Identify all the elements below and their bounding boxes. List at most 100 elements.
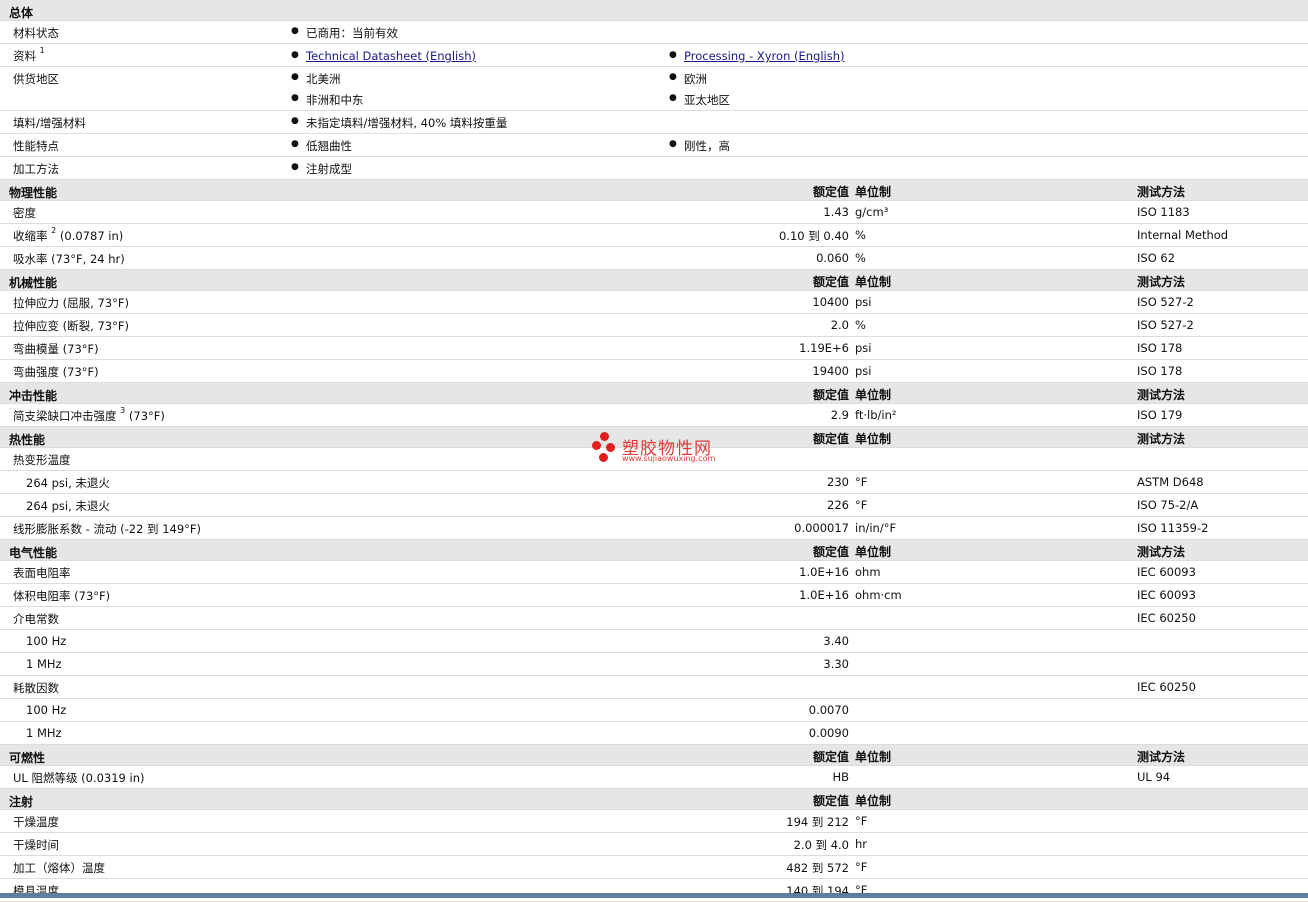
property-unit: ohm·cm — [855, 588, 902, 602]
property-label: 加工方法 — [13, 162, 59, 176]
property-value: 0.0070 — [808, 703, 849, 717]
property-value: 2.9 — [830, 408, 849, 422]
property-label: 供货地区 — [13, 72, 59, 86]
unit-header: 单位制 — [855, 545, 892, 559]
property-unit: g/cm³ — [855, 205, 889, 219]
property-unit: psi — [855, 341, 872, 355]
section-header-general: 总体 — [0, 0, 1308, 21]
sub-property-label: 1 MHz — [26, 726, 62, 740]
property-row: 拉伸应变 (断裂, 73°F) 2.0 % ISO 527-2 — [0, 314, 1308, 337]
technical-datasheet-link[interactable]: Technical Datasheet (English) — [306, 49, 476, 63]
property-label: 简支梁缺口冲击强度 3 (73°F) — [13, 406, 165, 423]
property-row: 吸水率 (73°F, 24 hr) 0.060 % ISO 62 — [0, 247, 1308, 270]
property-value: 3.30 — [823, 657, 849, 671]
property-value: 1.0E+16 — [799, 588, 849, 602]
nominal-header: 额定值 — [812, 432, 849, 446]
property-label: 干燥时间 — [13, 838, 59, 852]
property-label: 弯曲强度 (73°F) — [13, 365, 99, 379]
section-title: 物理性能 — [9, 186, 58, 200]
property-unit: ft·lb/in² — [855, 408, 897, 422]
general-row-filler: 填料/增强材料 未指定填料/增强材料, 40% 填料按重量 — [0, 111, 1308, 134]
test-method: ISO 62 — [1137, 251, 1176, 265]
method-header: 测试方法 — [1137, 275, 1186, 289]
region-item: 欧洲 — [669, 71, 707, 87]
property-unit: °F — [855, 475, 868, 489]
general-row-regions: 供货地区 北美洲 欧洲 非洲和中东 亚太地区 — [0, 67, 1308, 111]
section-title: 可燃性 — [9, 751, 46, 765]
bottom-bar — [0, 893, 1308, 898]
property-group-row: 介电常数 IEC 60250 — [0, 607, 1308, 630]
property-value: 0.000017 — [794, 521, 849, 535]
property-unit: psi — [855, 295, 872, 309]
property-value: 0.060 — [816, 251, 849, 265]
property-label: 资料 1 — [13, 46, 45, 63]
section-title: 电气性能 — [9, 546, 58, 560]
bullet-value: 未指定填料/增强材料, 40% 填料按重量 — [291, 115, 507, 131]
property-label: 密度 — [13, 206, 36, 220]
property-unit: % — [855, 228, 866, 242]
property-unit: in/in/°F — [855, 521, 897, 535]
test-method: ISO 527-2 — [1137, 295, 1194, 309]
property-label: 加工（熔体）温度 — [13, 861, 105, 875]
feature-item: 低翘曲性 — [291, 138, 352, 154]
sub-property-row: 1 MHz 3.30 — [0, 653, 1308, 676]
property-unit: °F — [855, 860, 868, 874]
section-title: 总体 — [9, 6, 34, 20]
general-row-features: 性能特点 低翘曲性 刚性，高 — [0, 134, 1308, 157]
nominal-header: 额定值 — [812, 750, 849, 764]
unit-header: 单位制 — [855, 432, 892, 446]
property-label: 干燥温度 — [13, 815, 59, 829]
property-row: 收缩率 2 (0.0787 in) 0.10 到 0.40 % Internal… — [0, 224, 1308, 247]
property-value: 482 到 572 — [786, 861, 849, 875]
property-value: 1.0E+16 — [799, 565, 849, 579]
property-unit: psi — [855, 364, 872, 378]
property-row: 体积电阻率 (73°F) 1.0E+16 ohm·cm IEC 60093 — [0, 584, 1308, 607]
unit-header: 单位制 — [855, 388, 892, 402]
property-value: 2.0 — [830, 318, 849, 332]
property-unit: ohm — [855, 565, 881, 579]
logo-dot-icon — [599, 453, 608, 462]
region-item: 非洲和中东 — [291, 92, 363, 108]
method-header: 测试方法 — [1137, 432, 1186, 446]
section-title: 热性能 — [9, 433, 46, 447]
general-row-documents: 资料 1 Technical Datasheet (English) Proce… — [0, 44, 1308, 67]
property-row: 干燥时间 2.0 到 4.0 hr — [0, 833, 1308, 856]
property-row: 加工（熔体）温度 482 到 572 °F — [0, 856, 1308, 879]
test-method: Internal Method — [1137, 228, 1229, 242]
property-label: 性能特点 — [13, 139, 59, 153]
property-group-row: 耗散因数 IEC 60250 — [0, 676, 1308, 699]
processing-guide-link[interactable]: Processing - Xyron (English) — [684, 49, 845, 63]
property-label: 介电常数 — [13, 612, 59, 626]
feature-item: 刚性，高 — [669, 138, 730, 154]
property-label: 表面电阻率 — [13, 566, 71, 580]
region-item: 亚太地区 — [669, 92, 730, 108]
property-value: 3.40 — [823, 634, 849, 648]
property-value: 2.0 到 4.0 — [793, 838, 849, 852]
logo-dot-icon — [592, 441, 601, 450]
sub-property-row: 264 psi, 未退火 226 °F ISO 75-2/A — [0, 494, 1308, 517]
property-value: 0.0090 — [808, 726, 849, 740]
property-unit: °F — [855, 498, 868, 512]
property-value: HB — [832, 770, 849, 784]
property-value: 10400 — [812, 295, 849, 309]
sub-property-row: 1 MHz 0.0090 — [0, 722, 1308, 745]
property-row: 拉伸应力 (屈服, 73°F) 10400 psi ISO 527-2 — [0, 291, 1308, 314]
section-header-impact: 冲击性能 额定值 单位制 测试方法 — [0, 383, 1308, 404]
property-unit: % — [855, 318, 866, 332]
sub-property-row: 100 Hz 0.0070 — [0, 699, 1308, 722]
property-unit: % — [855, 251, 866, 265]
bullet-value: 已商用：当前有效 — [291, 25, 398, 41]
watermark-url: www.sujiaowuxing.com — [622, 454, 716, 463]
property-row: 弯曲强度 (73°F) 19400 psi ISO 178 — [0, 360, 1308, 383]
document-link-item: Technical Datasheet (English) — [291, 49, 476, 63]
section-header-physical: 物理性能 额定值 单位制 测试方法 — [0, 180, 1308, 201]
property-label: 拉伸应变 (断裂, 73°F) — [13, 319, 129, 333]
property-row: 简支梁缺口冲击强度 3 (73°F) 2.9 ft·lb/in² ISO 179 — [0, 404, 1308, 427]
method-header: 测试方法 — [1137, 388, 1186, 402]
document-link-item: Processing - Xyron (English) — [669, 49, 845, 63]
nominal-header: 额定值 — [812, 275, 849, 289]
test-method: ISO 1183 — [1137, 205, 1190, 219]
test-method: ISO 75-2/A — [1137, 498, 1199, 512]
property-label: 拉伸应力 (屈服, 73°F) — [13, 296, 129, 310]
test-method: IEC 60250 — [1137, 680, 1196, 694]
